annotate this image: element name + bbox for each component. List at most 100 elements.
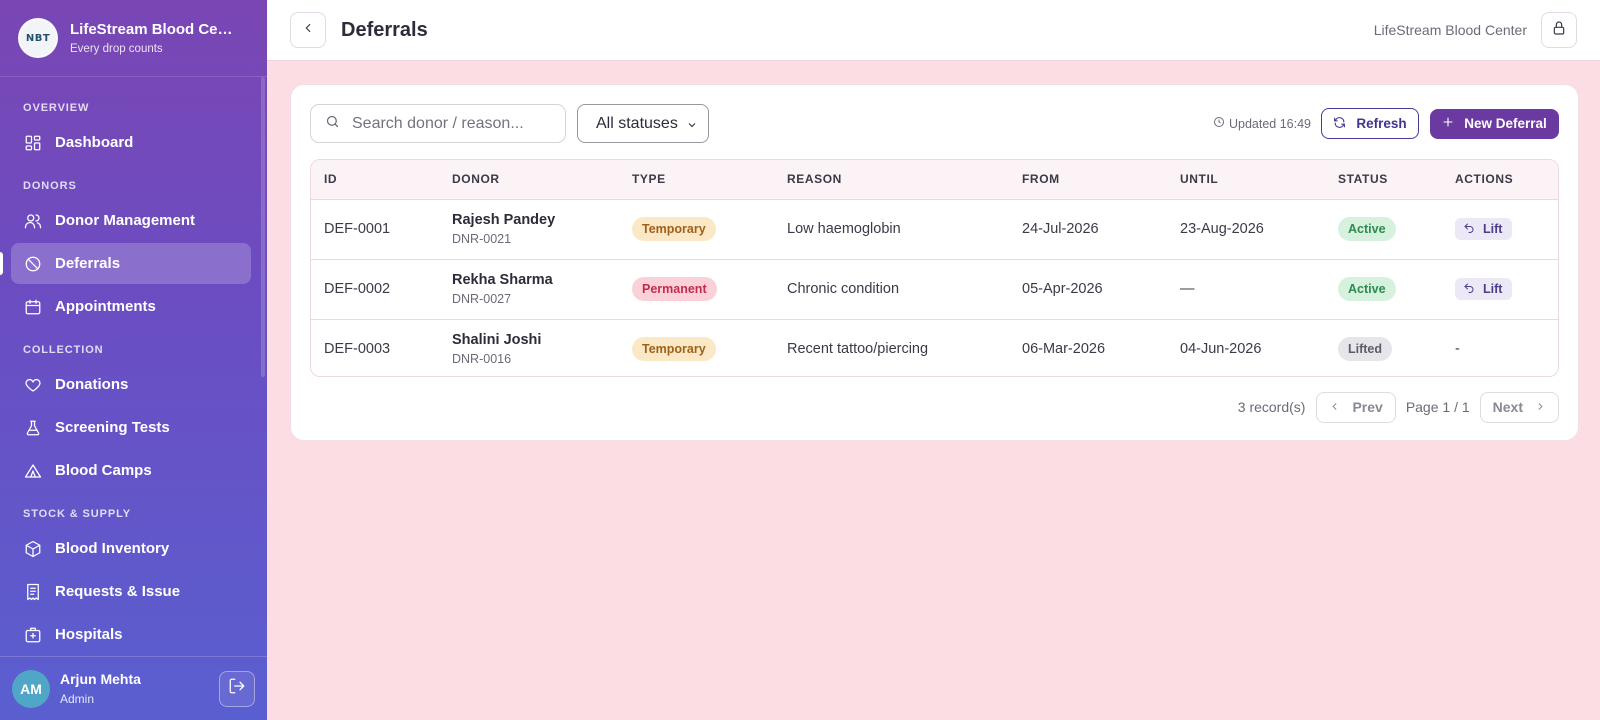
table-row: DEF-0003 Shalini Joshi DNR-0016 Temporar…	[311, 319, 1558, 376]
column-header-actions: ACTIONS	[1442, 160, 1558, 200]
next-page-button[interactable]: Next	[1479, 391, 1559, 423]
deferrals-table: ID DONOR TYPE REASON FROM UNTIL STATUS A…	[310, 159, 1559, 377]
sidebar-item-label: Deferrals	[55, 255, 121, 272]
cell-id: DEF-0001	[324, 221, 391, 237]
section-label-overview: OVERVIEW	[23, 102, 90, 114]
page-title: Deferrals	[341, 18, 428, 41]
cell-from: 24-Jul-2026	[1022, 221, 1099, 237]
sidebar-item-label: Appointments	[55, 298, 156, 315]
status-badge: Active	[1338, 277, 1396, 301]
sidebar-item-deferrals[interactable]: Deferrals	[0, 243, 251, 284]
cell-actions: Lift	[1442, 199, 1558, 259]
chevron-right-icon	[1523, 399, 1546, 415]
sidebar-item-screening-tests[interactable]: Screening Tests	[11, 407, 251, 448]
sidebar-item-dashboard[interactable]: Dashboard	[11, 122, 251, 163]
user-panel: AM Arjun Mehta Admin	[0, 656, 267, 720]
cell-id: DEF-0002	[324, 281, 391, 297]
cell-status: Lifted	[1325, 319, 1442, 376]
cell-id: DEF-0003	[324, 341, 391, 358]
lift-label: Lift	[1483, 282, 1503, 296]
logout-icon	[228, 677, 246, 700]
plus-icon	[1442, 116, 1464, 131]
box-icon	[24, 540, 42, 558]
cell-reason: Chronic condition	[787, 281, 900, 297]
clock-icon	[1213, 116, 1229, 131]
cell-until: 04-Jun-2026	[1180, 341, 1262, 358]
refresh-label: Refresh	[1356, 116, 1407, 131]
page-indicator: Page 1 / 1	[1405, 399, 1470, 415]
column-header-status: STATUS	[1325, 160, 1442, 200]
sidebar-item-label: Screening Tests	[55, 419, 170, 436]
brand-logo: NBT	[18, 18, 58, 58]
cell-donor: Rekha Sharma DNR-0027	[439, 259, 619, 319]
section-label-stock: STOCK & SUPPLY	[23, 508, 131, 520]
logout-button[interactable]	[219, 670, 255, 707]
sidebar-item-donations[interactable]: Donations	[11, 364, 251, 405]
cell-type: Temporary	[619, 319, 774, 376]
brand: NBT LifeStream Blood Center Every drop c…	[0, 0, 267, 77]
sidebar-item-appointments[interactable]: Appointments	[11, 286, 251, 327]
status-filter-select[interactable]: All statuses	[577, 104, 709, 143]
topbar: Deferrals LifeStream Blood Center	[267, 0, 1600, 61]
type-badge: Temporary	[632, 337, 716, 362]
search-input[interactable]	[352, 114, 542, 133]
cell-from: 06-Mar-2026	[1022, 341, 1106, 358]
last-updated-text: Updated 16:49	[1228, 116, 1311, 131]
new-deferral-button[interactable]: New Deferral	[1430, 108, 1559, 139]
back-button[interactable]	[290, 12, 326, 48]
flask-icon	[24, 419, 42, 437]
pagination: 3 record(s) Prev Page 1 / 1 Next	[1238, 391, 1559, 423]
column-header-until: UNTIL	[1167, 160, 1325, 200]
sidebar-item-donor-management[interactable]: Donor Management	[11, 200, 251, 241]
lock-button[interactable]	[1541, 12, 1577, 48]
next-label: Next	[1492, 399, 1523, 415]
sidebar-item-label: Dashboard	[55, 134, 134, 151]
refresh-button[interactable]: Refresh	[1321, 108, 1419, 139]
undo-icon	[1463, 222, 1483, 237]
sidebar-item-requests-issue[interactable]: Requests & Issue	[11, 571, 251, 612]
org-name: LifeStream Blood Center	[1373, 22, 1527, 38]
prev-page-button[interactable]: Prev	[1316, 391, 1396, 423]
lift-button[interactable]: Lift	[1455, 218, 1513, 240]
sidebar-item-label: Donations	[55, 376, 129, 393]
donor-name: Shalini Joshi	[452, 332, 542, 349]
receipt-icon	[24, 583, 42, 601]
refresh-icon	[1333, 116, 1356, 132]
cell-until: 23-Aug-2026	[1180, 221, 1264, 237]
search-box	[310, 104, 566, 143]
toolbar: All statuses Updated 16:49 Refresh New D…	[310, 104, 1559, 143]
tent-icon	[24, 462, 42, 480]
cell-reason: Low haemoglobin	[787, 221, 901, 237]
cell-reason: Recent tattoo/piercing	[787, 341, 929, 358]
heart-icon	[24, 376, 42, 394]
dashboard-icon	[24, 134, 42, 152]
section-label-donors: DONORS	[23, 180, 77, 192]
type-badge: Permanent	[632, 277, 717, 301]
cell-from: 05-Apr-2026	[1022, 281, 1103, 297]
users-icon	[24, 212, 42, 230]
sidebar-item-hospitals[interactable]: Hospitals	[11, 614, 251, 655]
cell-type: Permanent	[619, 259, 774, 319]
table-row: DEF-0002 Rekha Sharma DNR-0027 Permanent…	[311, 259, 1558, 319]
column-header-type: TYPE	[619, 160, 774, 200]
donor-id: DNR-0021	[452, 232, 512, 246]
column-header-donor: DONOR	[439, 160, 619, 200]
brand-tagline: Every drop counts	[70, 43, 163, 55]
lift-button[interactable]: Lift	[1455, 278, 1513, 300]
cell-donor: Rajesh Pandey DNR-0021	[439, 199, 619, 259]
section-label-collection: COLLECTION	[23, 344, 104, 356]
user-name: Arjun Mehta	[60, 671, 141, 687]
record-count: 3 record(s)	[1237, 399, 1306, 415]
user-role: Admin	[60, 692, 95, 706]
sidebar-item-label: Blood Inventory	[55, 540, 170, 557]
sidebar-nav: OVERVIEW Dashboard DONORS Donor Manageme…	[0, 77, 267, 657]
cell-status: Active	[1325, 259, 1442, 319]
sidebar-scrollbar[interactable]	[261, 77, 265, 377]
sidebar-item-blood-inventory[interactable]: Blood Inventory	[11, 528, 251, 569]
cell-actions: Lift	[1442, 259, 1558, 319]
sidebar-item-blood-camps[interactable]: Blood Camps	[11, 450, 251, 491]
avatar: AM	[12, 669, 50, 708]
column-header-reason: REASON	[774, 160, 1009, 200]
chevron-down-icon	[686, 118, 698, 130]
chevron-left-icon	[1329, 399, 1352, 415]
